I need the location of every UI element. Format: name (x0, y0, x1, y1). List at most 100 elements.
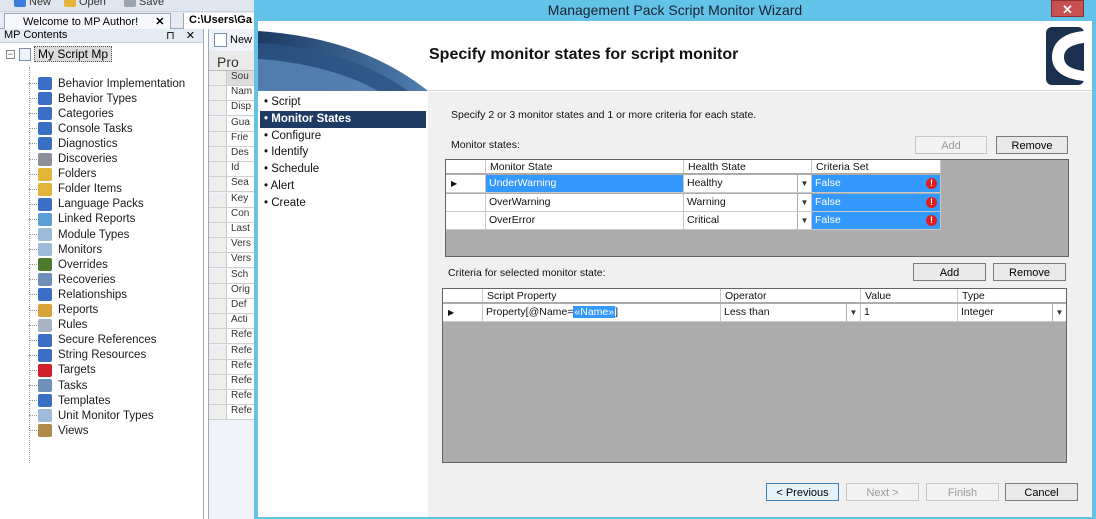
property-row[interactable]: Sou (209, 71, 259, 86)
remove-monitor-state-button[interactable]: Remove (996, 136, 1068, 154)
monitor-state-cell[interactable]: UnderWarning (486, 175, 684, 192)
wizard-step-script[interactable]: • Script (260, 94, 426, 111)
tree-item[interactable]: Unit Monitor Types (38, 408, 154, 423)
tree-item[interactable]: Reports (38, 303, 98, 318)
monitor-state-row[interactable]: OverWarning Warning ▼ False! (446, 193, 941, 212)
health-state-select[interactable]: Healthy ▼ (684, 175, 812, 192)
tree-item[interactable]: Language Packs (38, 197, 144, 212)
property-row[interactable]: Des (209, 147, 259, 162)
tab-script-mp[interactable]: C:\Users\Ga (183, 13, 256, 29)
operator-select[interactable]: Less than ▼ (721, 304, 861, 321)
tree-item[interactable]: Recoveries (38, 272, 116, 287)
wizard-step-schedule[interactable]: • Schedule (260, 161, 426, 178)
row-selector[interactable]: ▶ (443, 304, 483, 321)
chevron-down-icon[interactable]: ▼ (846, 304, 860, 321)
property-row[interactable]: Refe (209, 329, 259, 345)
tree-item[interactable]: Behavior Types (38, 91, 137, 106)
monitor-state-row[interactable]: ▶ UnderWarning Healthy ▼ False! (446, 175, 941, 193)
property-row[interactable]: Con (209, 207, 259, 223)
tree-item[interactable]: Targets (38, 363, 96, 378)
tree-item[interactable]: Discoveries (38, 152, 117, 167)
property-row[interactable]: Refe (209, 405, 259, 421)
tree-item-label: Linked Reports (58, 213, 136, 226)
value-cell[interactable]: 1 (861, 304, 958, 321)
tree-item[interactable]: Folder Items (38, 182, 122, 197)
new-toolbar-button[interactable]: New (14, 0, 51, 8)
tree-item[interactable]: Diagnostics (38, 136, 117, 151)
row-selector[interactable]: ▶ (446, 175, 486, 192)
relationships-icon (38, 288, 52, 302)
property-row[interactable]: Key (209, 192, 259, 208)
criteria-row[interactable]: ▶ Property[@Name=«Name»] Less than ▼ 1 Intege… (443, 304, 1066, 322)
tab-welcome[interactable]: Welcome to MP Author! ✕ (4, 13, 172, 29)
product-logo-icon (1046, 27, 1084, 85)
tree-item[interactable]: String Resources (38, 348, 146, 363)
tree-item[interactable]: Monitors (38, 242, 102, 257)
tree-item[interactable]: Linked Reports (38, 212, 135, 227)
property-row[interactable]: Refe (209, 359, 259, 375)
next-button[interactable]: Next > (846, 483, 919, 501)
add-criteria-button[interactable]: Add (913, 263, 986, 281)
property-row[interactable]: Frie (209, 131, 259, 147)
open-toolbar-button[interactable]: Open (64, 0, 106, 8)
property-row[interactable]: Sea (209, 177, 259, 193)
chevron-down-icon[interactable]: ▼ (797, 175, 811, 192)
save-toolbar-button[interactable]: Save (124, 0, 164, 8)
tree-root[interactable]: − My Script Mp (6, 46, 113, 62)
type-select[interactable]: Integer ▼ (958, 304, 1066, 321)
health-state-select[interactable]: Warning ▼ (684, 193, 812, 211)
new-item-button[interactable]: New (214, 33, 252, 47)
health-state-select[interactable]: Critical ▼ (684, 212, 812, 229)
tree-item[interactable]: Categories (38, 106, 114, 121)
property-row[interactable]: Orig (209, 283, 259, 299)
tree-item[interactable]: Views (38, 423, 88, 438)
tree-connector (29, 143, 37, 145)
wizard-step-configure[interactable]: • Configure (260, 128, 426, 145)
script-property-cell[interactable]: Property[@Name=«Name»] (483, 304, 721, 321)
property-row[interactable]: Gua (209, 116, 259, 132)
monitor-state-cell[interactable]: OverWarning (486, 193, 684, 211)
tree-item[interactable]: Tasks (38, 378, 87, 393)
property-row[interactable]: Vers (209, 238, 259, 254)
chevron-down-icon[interactable]: ▼ (797, 212, 811, 229)
monitor-state-cell[interactable]: OverError (486, 212, 684, 229)
tree-item[interactable]: Overrides (38, 257, 108, 272)
chevron-down-icon[interactable]: ▼ (797, 193, 811, 211)
property-row[interactable]: Nam (209, 86, 259, 102)
property-row[interactable]: Def (209, 299, 259, 314)
cancel-button[interactable]: Cancel (1005, 483, 1078, 501)
wizard-step-identify[interactable]: • Identify (260, 144, 426, 161)
tree-item[interactable]: Module Types (38, 227, 129, 242)
property-row[interactable]: Refe (209, 375, 259, 390)
tree-item[interactable]: Secure References (38, 333, 156, 348)
chevron-down-icon[interactable]: ▼ (1052, 304, 1066, 321)
property-row[interactable]: Acti (209, 314, 259, 330)
tree-item[interactable]: Behavior Implementation (38, 76, 185, 91)
tree-item[interactable]: Rules (38, 318, 87, 333)
previous-button[interactable]: < Previous (766, 483, 839, 501)
property-row[interactable]: Refe (209, 390, 259, 406)
tree-item[interactable]: Templates (38, 393, 110, 408)
tree-item[interactable]: Folders (38, 167, 96, 182)
remove-criteria-button[interactable]: Remove (993, 263, 1066, 281)
tree-item[interactable]: Relationships (38, 287, 127, 302)
row-selector[interactable] (446, 193, 486, 211)
add-monitor-state-button[interactable]: Add (915, 136, 987, 154)
tree-item[interactable]: Console Tasks (38, 121, 133, 136)
property-row[interactable]: Sch (209, 268, 259, 284)
finish-button[interactable]: Finish (926, 483, 999, 501)
collapse-icon[interactable]: − (6, 49, 15, 59)
wizard-step-monitor-states[interactable]: • Monitor States (260, 110, 426, 128)
property-row[interactable]: Id (209, 162, 259, 178)
monitor-state-row[interactable]: OverError Critical ▼ False! (446, 212, 941, 230)
property-row[interactable]: Disp (209, 101, 259, 117)
close-tab-icon[interactable]: ✕ (155, 16, 164, 28)
row-selector[interactable] (446, 212, 486, 229)
wizard-step-alert[interactable]: • Alert (260, 178, 426, 195)
property-row[interactable]: Last (209, 223, 259, 238)
close-window-button[interactable]: ✕ (1051, 0, 1084, 17)
pin-close-icons[interactable]: ⊓ ✕ (166, 29, 199, 42)
property-row[interactable]: Vers (209, 253, 259, 269)
wizard-step-create[interactable]: • Create (260, 195, 426, 212)
property-row[interactable]: Refe (209, 344, 259, 360)
